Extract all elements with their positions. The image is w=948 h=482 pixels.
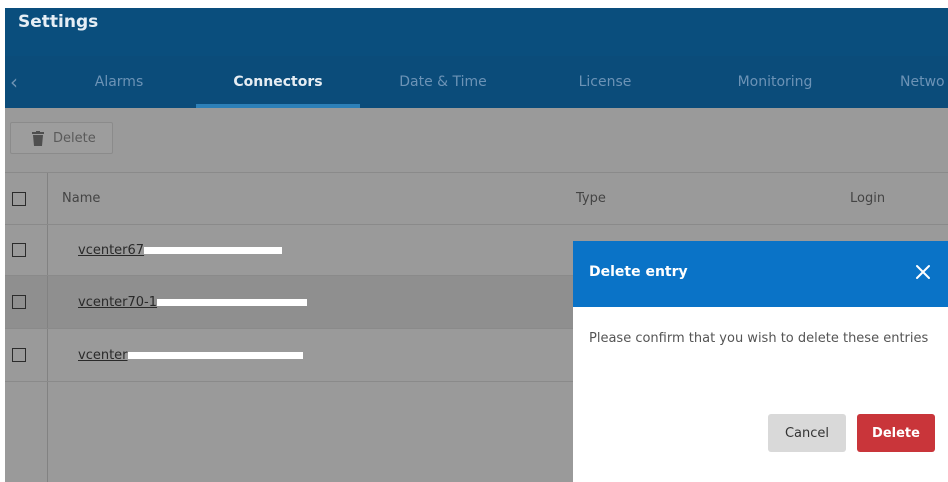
tab-network[interactable]: Netwo — [900, 56, 948, 108]
delete-button-label: Delete — [53, 130, 96, 146]
column-header-name[interactable]: Name — [62, 173, 100, 224]
column-header-type[interactable]: Type — [576, 173, 606, 224]
row-select-cell — [5, 225, 48, 275]
tab-license[interactable]: License — [545, 56, 665, 108]
trash-icon — [32, 130, 44, 146]
cancel-button[interactable]: Cancel — [768, 414, 846, 452]
tab-date-time[interactable]: Date & Time — [383, 56, 503, 108]
chevron-left-icon[interactable]: ‹ — [5, 56, 23, 108]
dialog-title: Delete entry — [589, 264, 688, 280]
tab-bar: ‹ Alarms Connectors Date & Time License … — [5, 56, 948, 108]
row-select-cell — [5, 276, 48, 328]
row-select-cell — [5, 329, 48, 381]
column-header-login[interactable]: Login — [850, 173, 885, 224]
toolbar: Delete — [5, 108, 948, 172]
checkbox-column-rule — [5, 382, 48, 482]
connector-name-link[interactable]: vcenter70-1 — [78, 295, 157, 310]
dialog-header: Delete entry — [573, 241, 948, 307]
settings-header: Settings ‹ Alarms Connectors Date & Time… — [5, 8, 948, 108]
page-title: Settings — [18, 12, 99, 32]
table-header-row: Name Type Login — [5, 172, 948, 225]
redaction-bar — [157, 298, 308, 306]
delete-button[interactable]: Delete — [10, 122, 113, 154]
connector-name-link[interactable]: vcenter67 — [78, 243, 144, 258]
redaction-bar — [127, 351, 303, 359]
confirm-delete-button[interactable]: Delete — [857, 414, 935, 452]
row-checkbox[interactable] — [12, 295, 26, 309]
tab-connectors[interactable]: Connectors — [196, 56, 360, 108]
select-all-checkbox[interactable] — [12, 191, 26, 206]
connector-name-cell: vcenter67 — [78, 225, 283, 275]
select-all-cell — [5, 173, 48, 224]
connector-name-cell: vcenter — [78, 329, 303, 381]
row-checkbox[interactable] — [12, 348, 26, 362]
delete-entry-dialog: Delete entry Please confirm that you wis… — [573, 241, 948, 482]
connector-name-cell: vcenter70-1 — [78, 276, 308, 328]
connector-name-link[interactable]: vcenter — [78, 348, 128, 363]
redaction-bar — [144, 246, 283, 254]
row-checkbox[interactable] — [12, 243, 26, 257]
close-icon[interactable] — [912, 261, 934, 283]
tab-alarms[interactable]: Alarms — [65, 56, 173, 108]
dialog-message: Please confirm that you wish to delete t… — [589, 331, 929, 346]
tab-monitoring[interactable]: Monitoring — [705, 56, 845, 108]
